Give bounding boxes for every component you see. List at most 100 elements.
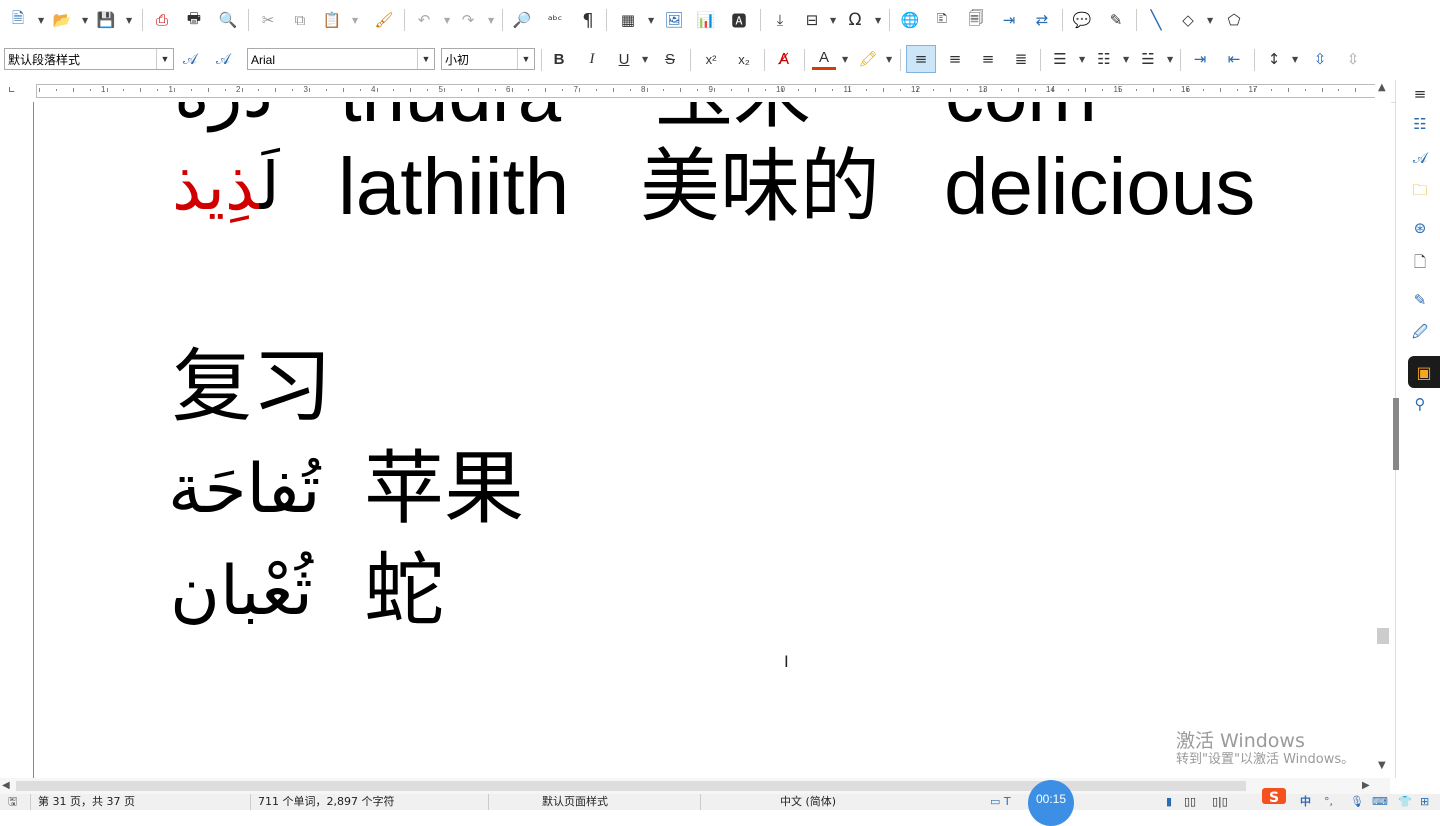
export-pdf-icon[interactable]: ⎙	[150, 8, 174, 32]
chevron-down-icon[interactable]: ▼	[517, 49, 534, 69]
scroll-up-icon[interactable]: ▲	[1378, 82, 1386, 93]
hyperlink-icon[interactable]: 🌐	[898, 8, 922, 32]
italic-button[interactable]: I	[580, 47, 604, 71]
insert-table-icon[interactable]: ▦	[616, 8, 640, 32]
selection-mode-icon[interactable]: ▭ T	[990, 796, 1011, 808]
line-spacing-dropdown-caret[interactable]: ▼	[1292, 47, 1300, 71]
clone-formatting-icon[interactable]: 🖌	[372, 8, 396, 32]
language-indicator[interactable]: 中文 (简体)	[780, 796, 836, 808]
scroll-down-icon[interactable]: ▼	[1378, 760, 1386, 771]
shapes-dropdown-caret[interactable]: ▼	[1207, 8, 1215, 32]
paste-icon[interactable]: 📋	[320, 8, 344, 32]
formatting-marks-icon[interactable]: ¶	[576, 8, 600, 32]
justify-icon[interactable]: ≣	[1009, 47, 1033, 71]
line-spacing-icon[interactable]: ↕	[1262, 47, 1286, 71]
ime-toolbox-icon[interactable]: ⊞	[1420, 796, 1429, 808]
sidebar-menu-icon[interactable]: ≡	[1408, 82, 1432, 106]
new-dropdown-caret[interactable]: ▼	[38, 8, 46, 32]
bullet-list-icon[interactable]: ☰	[1048, 47, 1072, 71]
save-icon[interactable]: 💾	[94, 8, 118, 32]
insert-chart-icon[interactable]: 📊	[694, 8, 718, 32]
field-dropdown-caret[interactable]: ▼	[830, 8, 838, 32]
book-view-icon[interactable]: ▯|▯	[1212, 796, 1228, 808]
align-left-icon[interactable]: ≡	[906, 45, 936, 73]
manage-changes-icon[interactable]: 🖉	[1408, 322, 1432, 346]
microphone-icon[interactable]: 🎙	[1350, 796, 1364, 808]
track-changes-icon[interactable]: ✎	[1104, 8, 1128, 32]
underline-button[interactable]: U	[612, 47, 636, 71]
spelling-icon[interactable]: ᵃᵇᶜ	[543, 8, 567, 32]
numbered-list-icon[interactable]: ☷	[1092, 47, 1116, 71]
font-size-combo[interactable]: 小初 ▼	[441, 48, 535, 70]
decrease-indent-icon[interactable]: ⇤	[1222, 47, 1246, 71]
single-page-view-icon[interactable]: ▮	[1166, 796, 1172, 808]
sogou-ime-icon[interactable]: S	[1262, 788, 1286, 806]
print-icon[interactable]: 🖶	[182, 8, 206, 32]
open-folder-icon[interactable]: 📂	[50, 8, 74, 32]
insert-line-icon[interactable]: ╲	[1144, 8, 1168, 32]
endnote-icon[interactable]: 🗐	[964, 8, 988, 32]
bold-button[interactable]: B	[547, 47, 571, 71]
subscript-button[interactable]: x₂	[732, 47, 756, 71]
paragraph-style-combo[interactable]: 默认段落样式 ▼	[4, 48, 174, 70]
horizontal-ruler[interactable]: ∟ 1 1 2 3 4 5 6 7 8 9 10 11 12 13 14 15 16 17	[0, 80, 1395, 103]
increase-indent-icon[interactable]: ⇥	[1188, 47, 1212, 71]
table-dropdown-caret[interactable]: ▼	[648, 8, 656, 32]
align-right-icon[interactable]: ≡	[976, 47, 1000, 71]
new-document-icon[interactable]: 🗎	[6, 8, 30, 32]
footnote-icon[interactable]: 🗈	[930, 8, 954, 32]
increase-paragraph-spacing-icon[interactable]: ⇳	[1308, 47, 1332, 71]
new-style-icon[interactable]: 𝒜	[211, 47, 235, 71]
multi-page-view-icon[interactable]: ▯▯	[1184, 796, 1196, 808]
cut-icon[interactable]: ✂	[256, 8, 280, 32]
clear-formatting-icon[interactable]: A̸	[772, 47, 796, 71]
insert-image-icon[interactable]: 🖼	[662, 8, 686, 32]
paste-dropdown-caret[interactable]: ▼	[352, 8, 360, 32]
recorder-icon[interactable]: ▣	[1408, 356, 1440, 388]
print-preview-icon[interactable]: 🔍	[216, 8, 240, 32]
draw-functions-icon[interactable]: ⬠	[1222, 8, 1246, 32]
navigator-icon[interactable]: ⊛	[1408, 216, 1432, 240]
vertical-scrollbar[interactable]: ▲ ▼	[1375, 80, 1391, 778]
page-count[interactable]: 第 31 页，共 37 页	[38, 796, 135, 808]
undo-icon[interactable]: ↶	[412, 8, 436, 32]
underline-dropdown-caret[interactable]: ▼	[642, 47, 650, 71]
scroll-left-icon[interactable]: ◀	[2, 780, 10, 791]
strikethrough-button[interactable]: S	[658, 47, 682, 71]
update-style-icon[interactable]: 𝒜	[178, 47, 202, 71]
highlighting-icon[interactable]: 🖍	[856, 47, 880, 71]
highlighting-dropdown-caret[interactable]: ▼	[886, 47, 894, 71]
cross-reference-icon[interactable]: ⇄	[1030, 8, 1054, 32]
font-color-dropdown-caret[interactable]: ▼	[842, 47, 850, 71]
sidebar-collapse-handle[interactable]	[1393, 398, 1399, 470]
page-icon[interactable]: 🗋	[1408, 252, 1432, 276]
scroll-right-icon[interactable]: ▶	[1362, 780, 1370, 791]
decrease-paragraph-spacing-icon[interactable]: ⇳	[1341, 47, 1365, 71]
special-character-dropdown-caret[interactable]: ▼	[875, 8, 883, 32]
page-style[interactable]: 默认页面样式	[542, 796, 608, 808]
basic-shapes-icon[interactable]: ◇	[1176, 8, 1200, 32]
styles-icon[interactable]: 𝒜	[1408, 146, 1432, 170]
outline-dropdown-caret[interactable]: ▼	[1167, 47, 1175, 71]
special-character-icon[interactable]: Ω	[843, 8, 867, 32]
horizontal-scrollbar[interactable]: ◀ ▶	[0, 778, 1390, 794]
superscript-button[interactable]: x²	[699, 47, 723, 71]
copy-icon[interactable]: ⧉	[288, 8, 312, 32]
insert-page-break-icon[interactable]: ⤓	[768, 8, 792, 32]
bullet-dropdown-caret[interactable]: ▼	[1079, 47, 1087, 71]
save-status-icon[interactable]: 🖫	[8, 796, 17, 808]
tab-stop-icon[interactable]: ∟	[8, 86, 16, 96]
find-icon[interactable]: ⚲	[1408, 392, 1432, 416]
skin-icon[interactable]: 👕	[1398, 796, 1412, 808]
ime-punctuation-icon[interactable]: °,	[1324, 796, 1333, 808]
open-dropdown-caret[interactable]: ▼	[82, 8, 90, 32]
chevron-down-icon[interactable]: ▼	[417, 49, 434, 69]
properties-icon[interactable]: ☷	[1408, 112, 1432, 136]
outline-list-icon[interactable]: ☱	[1136, 47, 1160, 71]
font-color-button[interactable]: A	[812, 47, 836, 70]
ruler-strip[interactable]: 1 1 2 3 4 5 6 7 8 9 10 11 12 13 14 15 16 17	[36, 84, 1376, 98]
font-name-combo[interactable]: Arial ▼	[247, 48, 435, 70]
insert-field-icon[interactable]: ⊟	[800, 8, 824, 32]
redo-icon[interactable]: ↷	[456, 8, 480, 32]
insert-textbox-icon[interactable]: 🅰	[727, 8, 751, 32]
